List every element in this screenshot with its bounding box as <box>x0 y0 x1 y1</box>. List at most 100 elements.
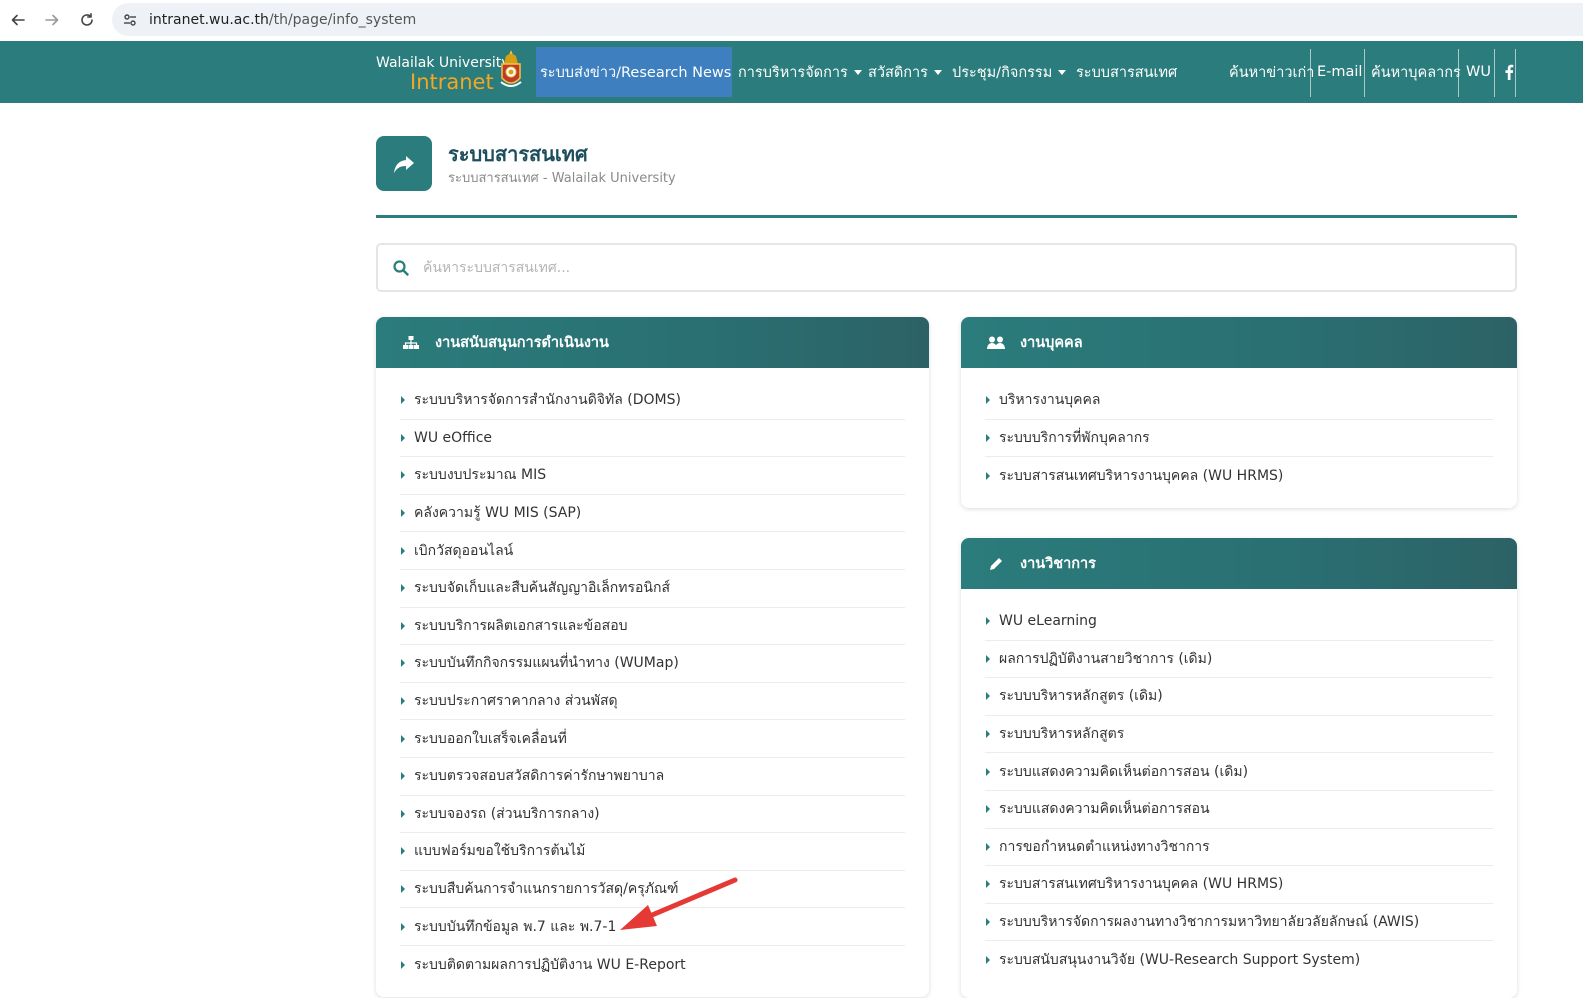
browser-toolbar: intranet.wu.ac.th/th/page/info_system <box>0 0 1583 41</box>
pencil-icon <box>987 555 1005 573</box>
list-item-label: การขอกำหนดตำแหน่งทางวิชาการ <box>999 838 1210 855</box>
nav-management[interactable]: การบริหารจัดการ <box>734 47 866 97</box>
list-item-label: ระบบบริการที่พักบุคลากร <box>999 429 1150 446</box>
list-item[interactable]: ระบบงบประมาณ MIS <box>400 457 905 495</box>
caret-down-icon <box>933 69 942 75</box>
list-item[interactable]: ระบบสนับสนุนงานวิจัย (WU-Research Suppor… <box>985 941 1493 979</box>
list-item[interactable]: ระบบแสดงความคิดเห็นต่อการสอน <box>985 791 1493 829</box>
link-list: ระบบบริหารจัดการสำนักงานดิจิทัล (DOMS) WU… <box>400 382 905 984</box>
nav-email[interactable]: E-mail <box>1313 47 1366 97</box>
list-item[interactable]: ระบบสารสนเทศบริหารงานบุคคล (WU HRMS) <box>985 457 1493 495</box>
list-item-label: ระบบจัดเก็บและสืบค้นสัญญาอิเล็กทรอนิกส์ <box>414 580 671 597</box>
list-item[interactable]: ระบบบริการที่พักบุคลากร <box>985 420 1493 458</box>
caret-right-icon <box>986 692 990 701</box>
list-item[interactable]: การขอกำหนดตำแหน่งทางวิชาการ <box>985 829 1493 867</box>
list-item[interactable]: ระบบบริหารจัดการผลงานทางวิชาการมหาวิทยาล… <box>985 904 1493 942</box>
university-crest-icon <box>500 50 522 87</box>
list-item[interactable]: ระบบสารสนเทศบริหารงานบุคคล (WU HRMS) <box>985 866 1493 904</box>
list-item[interactable]: ระบบติดตามผลการปฏิบัติงาน WU E-Report <box>400 946 905 984</box>
reload-icon <box>81 13 93 26</box>
back-button[interactable] <box>0 2 36 38</box>
caret-right-icon <box>401 772 405 781</box>
list-item[interactable]: WU eOffice <box>400 420 905 458</box>
list-item-label: ระบบสารสนเทศบริหารงานบุคคล (WU HRMS) <box>999 467 1284 484</box>
site-info-button[interactable] <box>115 5 145 35</box>
list-item[interactable]: ระบบตรวจสอบสวัสดิการค่ารักษาพยาบาล <box>400 758 905 796</box>
list-item-label: ระบบติดตามผลการปฏิบัติงาน WU E-Report <box>414 956 686 973</box>
caret-right-icon <box>401 885 405 894</box>
nav-info-system[interactable]: ระบบสารสนเทศ <box>1072 47 1181 97</box>
caret-right-icon <box>401 809 405 818</box>
panel-title: งานสนับสนุนการดำเนินงาน <box>435 335 609 351</box>
list-item[interactable]: คลังความรู้ WU MIS (SAP) <box>400 495 905 533</box>
panel-personnel: งานบุคคล บริหารงานบุคคลระบบบริการที่พักบ… <box>961 317 1517 508</box>
list-item-label: แบบฟอร์มขอใช้บริการต้นไม้ <box>414 843 586 860</box>
nav-research-news[interactable]: ระบบส่งข่าว/Research News <box>536 47 732 97</box>
caret-right-icon <box>986 433 990 442</box>
caret-right-icon <box>401 621 405 630</box>
system-search-box <box>376 243 1517 292</box>
nav-meetings[interactable]: ประชุม/กิจกรรม <box>948 47 1070 97</box>
list-item[interactable]: เบิกวัสดุออนไลน์ <box>400 532 905 570</box>
caret-right-icon <box>986 396 990 405</box>
share-arrow-icon <box>394 155 414 173</box>
caret-right-icon <box>401 697 405 706</box>
url-text: intranet.wu.ac.th/th/page/info_system <box>149 11 417 28</box>
list-item-label: ระบบบริการผลิตเอกสารและข้อสอบ <box>414 617 628 634</box>
list-item[interactable]: WU eLearning <box>985 603 1493 641</box>
nav-welfare[interactable]: สวัสดิการ <box>864 47 946 97</box>
list-item-label: คลังความรู้ WU MIS (SAP) <box>414 505 582 522</box>
caret-right-icon <box>986 730 990 739</box>
caret-down-icon <box>853 69 862 75</box>
list-item[interactable]: ระบบประกาศราคากลาง ส่วนพัสดุ <box>400 683 905 721</box>
list-item[interactable]: ระบบแสดงความคิดเห็นต่อการสอน (เดิม) <box>985 753 1493 791</box>
nav-wu[interactable]: WU <box>1462 47 1495 97</box>
list-item[interactable]: ระบบบริหารหลักสูตร (เดิม) <box>985 678 1493 716</box>
nav-separator <box>1515 49 1516 97</box>
caret-down-icon <box>1058 69 1067 75</box>
caret-right-icon <box>401 546 405 555</box>
tune-icon <box>124 13 136 26</box>
list-item-label: เบิกวัสดุออนไลน์ <box>414 542 514 559</box>
list-item[interactable]: ระบบจัดเก็บและสืบค้นสัญญาอิเล็กทรอนิกส์ <box>400 570 905 608</box>
list-item[interactable]: แบบฟอร์มขอใช้บริการต้นไม้ <box>400 833 905 871</box>
list-item-label: ระบบบริหารจัดการสำนักงานดิจิทัล (DOMS) <box>414 392 681 409</box>
site-logo[interactable]: Walailak University Intranet <box>376 47 526 97</box>
list-item-label: ระบบแสดงความคิดเห็นต่อการสอน <box>999 801 1210 818</box>
list-item-label: ระบบบันทึกข้อมูล พ.7 และ พ.7-1 <box>414 918 617 935</box>
forward-button[interactable] <box>34 2 70 38</box>
nav-separator <box>1310 49 1311 97</box>
caret-right-icon <box>401 847 405 856</box>
list-item-label: WU eOffice <box>414 429 493 446</box>
list-item[interactable]: ระบบบริหารจัดการสำนักงานดิจิทัล (DOMS) <box>400 382 905 420</box>
nav-staff-search[interactable]: ค้นหาบุคลากร <box>1367 47 1465 97</box>
list-item[interactable]: ผลการปฏิบัติงานสายวิชาการ (เดิม) <box>985 641 1493 679</box>
nav-old-news-search[interactable]: ค้นหาข่าวเก่า <box>1225 47 1318 97</box>
sitemap-icon <box>402 334 420 352</box>
caret-right-icon <box>401 734 405 743</box>
list-item[interactable]: ระบบบันทึกข้อมูล พ.7 และ พ.7-1 <box>400 908 905 946</box>
caret-right-icon <box>986 471 990 480</box>
panel-header: งานบุคคล <box>961 317 1517 368</box>
panel-title: งานบุคคล <box>1020 335 1083 351</box>
list-item[interactable]: ระบบบริหารหลักสูตร <box>985 716 1493 754</box>
list-item-label: ระบบตรวจสอบสวัสดิการค่ารักษาพยาบาล <box>414 768 665 785</box>
search-input[interactable] <box>423 259 1483 276</box>
reload-button[interactable] <box>69 2 105 38</box>
list-item[interactable]: ระบบออกใบเสร็จเคลื่อนที่ <box>400 720 905 758</box>
list-item[interactable]: ระบบสืบค้นการจำแนกรายการวัสดุ/ครุภัณฑ์ <box>400 871 905 909</box>
panel-title: งานวิชาการ <box>1020 556 1096 572</box>
list-item[interactable]: ระบบบริการผลิตเอกสารและข้อสอบ <box>400 608 905 646</box>
list-item-label: WU eLearning <box>999 613 1097 630</box>
list-item[interactable]: ระบบบันทึกกิจกรรมแผนที่นำทาง (WUMap) <box>400 645 905 683</box>
arrow-left-icon <box>11 14 25 26</box>
list-item[interactable]: ระบบจองรถ (ส่วนบริการกลาง) <box>400 796 905 834</box>
address-bar[interactable]: intranet.wu.ac.th/th/page/info_system <box>112 3 1583 36</box>
logo-intranet-text: Intranet <box>410 70 494 94</box>
list-item[interactable]: บริหารงานบุคคล <box>985 382 1493 420</box>
caret-right-icon <box>401 584 405 593</box>
list-item-label: ระบบงบประมาณ MIS <box>414 467 547 484</box>
list-item-label: ระบบออกใบเสร็จเคลื่อนที่ <box>414 730 567 747</box>
page-title: ระบบสารสนเทศ <box>448 142 588 166</box>
top-navbar: Walailak University Intranet ระบบส่งข่าว… <box>0 41 1583 103</box>
